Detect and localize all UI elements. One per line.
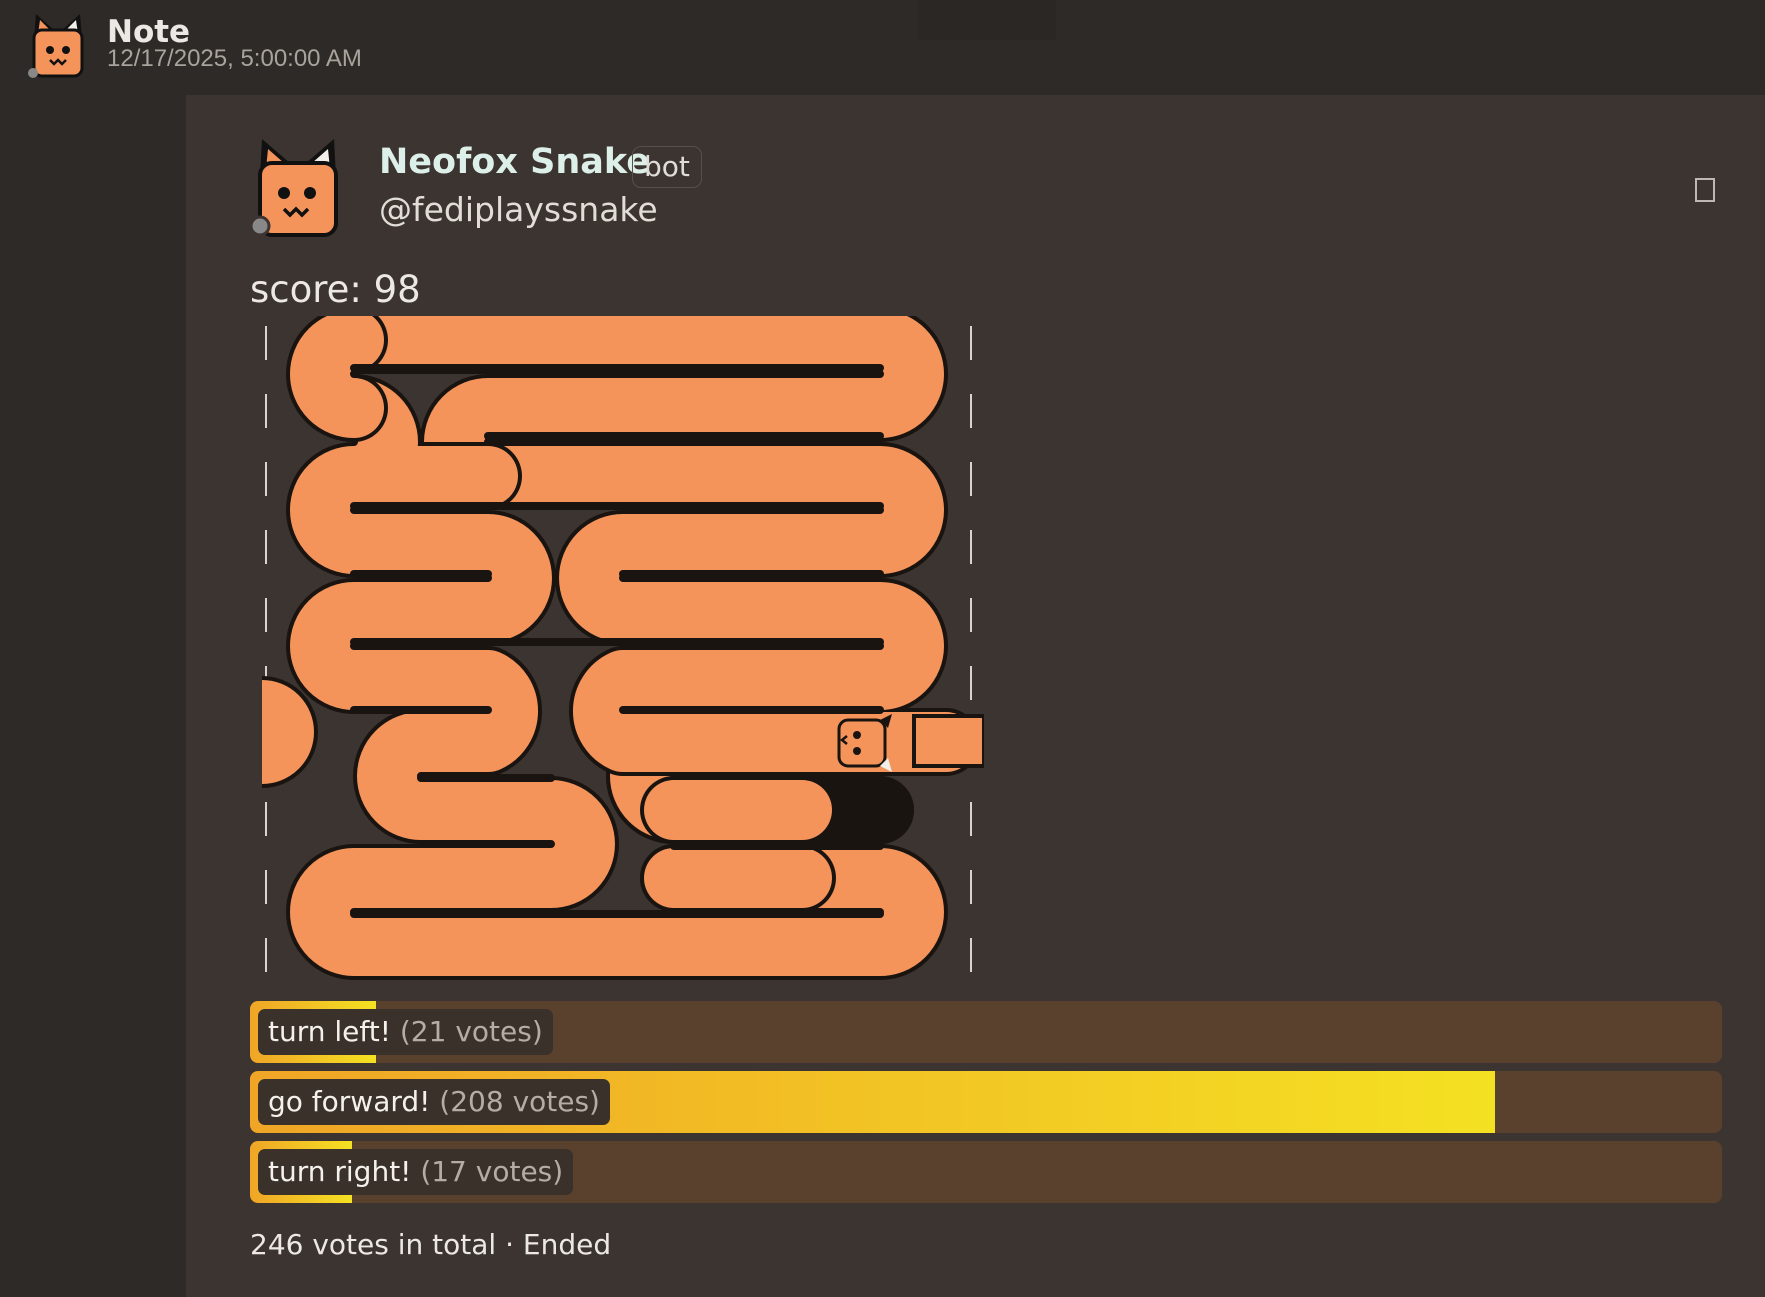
poll-option-label: turn left! (21 votes) [258,1009,553,1055]
poll-votes: (17 votes) [420,1155,564,1188]
poll-option-turn-left[interactable]: turn left! (21 votes) [250,1001,1722,1063]
author-name[interactable]: Neofox Snake [379,142,650,182]
poll-option-turn-right[interactable]: turn right! (17 votes) [250,1141,1722,1203]
poll-footer: 246 votes in total · Ended [250,1228,612,1261]
note-date: 12/17/2025, 5:00:00 AM [107,45,362,72]
score-text: score: 98 [250,268,421,311]
snake-board [262,316,984,980]
author-handle[interactable]: @fediplayssnake [379,190,658,229]
poll-option-label: go forward! (208 votes) [258,1079,610,1125]
poll-option-go-forward[interactable]: go forward! (208 votes) [250,1071,1722,1133]
bot-badge: bot [632,146,702,188]
poll-option-label: turn right! (17 votes) [258,1149,574,1195]
neofox-avatar-icon[interactable] [250,135,346,239]
menu-toggle-icon[interactable] [1695,178,1715,202]
poll-votes: (21 votes) [399,1015,543,1048]
snake-head-icon [837,714,892,772]
poll-votes: (208 votes) [439,1085,600,1118]
top-bar: Note 12/17/2025, 5:00:00 AM [0,0,1765,94]
neofox-avatar-icon[interactable] [28,12,88,78]
scroll-ghost [918,0,1056,40]
